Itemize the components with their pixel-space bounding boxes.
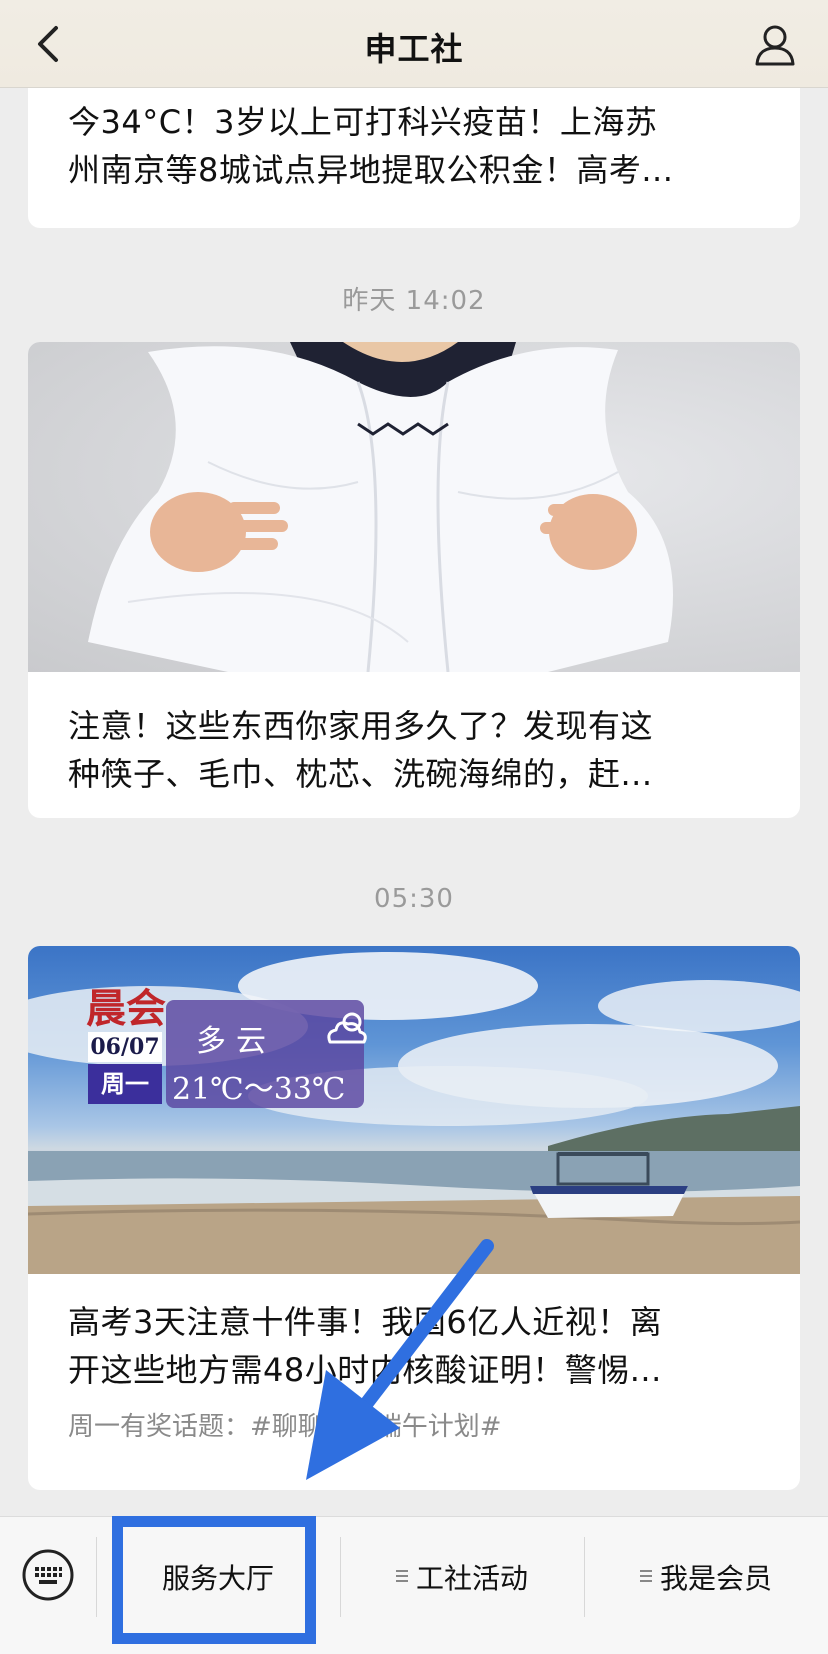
weather-date: 06/07 (88, 1032, 162, 1062)
timestamp: 05:30 (374, 884, 454, 914)
menu-item-activities[interactable]: 工社活动 (340, 1517, 584, 1637)
article-title-line: 高考3天注意十件事！我国6亿人近视！离 (68, 1303, 663, 1341)
timestamp: 昨天 14:02 (342, 286, 486, 316)
menu-item-member[interactable]: 我是会员 (584, 1517, 828, 1637)
article-card[interactable]: 晨会 06/07 周一 多云 21℃～33℃ 高考3天注意十件事！我国6亿人近视… (28, 946, 800, 1490)
submenu-icon (639, 1570, 652, 1584)
article-title-line: 种筷子、毛巾、枕芯、洗碗海绵的，赶... (68, 755, 653, 793)
article-cover-image (28, 342, 800, 672)
article-title-line: 今34°C！3岁以上可打科兴疫苗！上海苏 (68, 103, 658, 141)
pillow-photo (88, 342, 673, 672)
weather-day: 周一 (88, 1064, 162, 1104)
menu-item-label: 我是会员 (659, 1562, 772, 1595)
keyboard-icon[interactable] (20, 1547, 76, 1603)
menu-item-service-hall[interactable]: 服务大厅 (96, 1517, 340, 1637)
bottom-menu: 服务大厅 工社活动 我是会员 (0, 1516, 828, 1654)
weather-overlay: 晨会 06/07 周一 多云 21℃～33℃ (86, 976, 386, 1116)
article-card[interactable]: 注意！这些东西你家用多久了？发现有这 种筷子、毛巾、枕芯、洗碗海绵的，赶... (28, 342, 800, 818)
article-title-line: 开这些地方需48小时内核酸证明！警惕... (68, 1351, 662, 1389)
article-title-line: 注意！这些东西你家用多久了？发现有这 (68, 707, 654, 745)
submenu-icon (395, 1570, 408, 1584)
weather-condition: 多云 (196, 1024, 276, 1059)
article-cover-image: 晨会 06/07 周一 多云 21℃～33℃ (28, 946, 800, 1274)
weather-temperature: 21℃～33℃ (172, 1072, 346, 1107)
weather-label: 晨会 (86, 985, 166, 1032)
profile-icon[interactable] (752, 22, 798, 68)
menu-item-label: 服务大厅 (161, 1562, 274, 1595)
page-title: 申工社 (364, 30, 464, 68)
article-card[interactable]: 今34°C！3岁以上可打科兴疫苗！上海苏 州南京等8城试点异地提取公积金！高考.… (28, 88, 800, 228)
article-title-line: 州南京等8城试点异地提取公积金！高考... (68, 151, 674, 189)
article-feed[interactable]: 今34°C！3岁以上可打科兴疫苗！上海苏 州南京等8城试点异地提取公积金！高考.… (0, 88, 828, 1516)
partly-cloudy-icon (327, 1012, 367, 1044)
menu-item-label: 工社活动 (415, 1562, 528, 1595)
article-subtitle: 周一有奖话题：#聊聊你的端午计划# (68, 1412, 502, 1442)
top-bar: 申工社 (0, 0, 828, 88)
